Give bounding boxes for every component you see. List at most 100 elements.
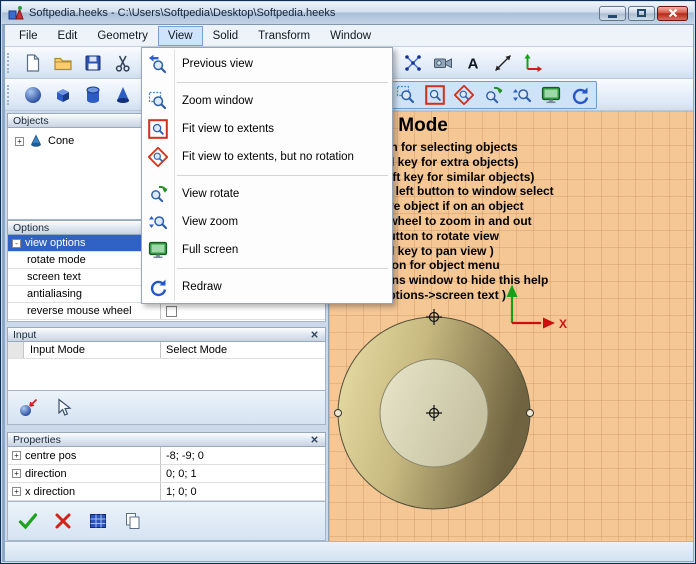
digitize-position-button[interactable] bbox=[16, 396, 40, 420]
minimize-button[interactable] bbox=[599, 6, 626, 21]
fit-extents-no-rotation-button[interactable] bbox=[450, 83, 478, 107]
expander-plus-icon[interactable]: + bbox=[12, 469, 21, 478]
cube-button[interactable] bbox=[49, 81, 77, 108]
property-row-x-direction[interactable]: + x direction 1; 0; 0 bbox=[8, 483, 325, 501]
property-label: direction bbox=[25, 468, 67, 480]
property-label: x direction bbox=[25, 486, 75, 498]
y-axis-arrowhead bbox=[507, 285, 518, 298]
input-mode-row[interactable]: Input Mode Select Mode bbox=[8, 342, 325, 359]
input-mode-label: Input Mode bbox=[30, 344, 85, 356]
view-zoom-button[interactable] bbox=[508, 83, 536, 107]
menu-item-fit-extents[interactable]: Fit view to extents bbox=[142, 115, 392, 143]
copy-properties-button[interactable] bbox=[121, 509, 145, 533]
menu-item-fit-extents-no-rotation[interactable]: Fit view to extents, but no rotation bbox=[142, 143, 392, 171]
text-button[interactable] bbox=[459, 49, 487, 76]
input-panel-close-button[interactable] bbox=[308, 329, 320, 340]
menu-item-zoom-window[interactable]: Zoom window bbox=[142, 87, 392, 115]
property-row-centre-pos[interactable]: + centre pos -8; -9; 0 bbox=[8, 447, 325, 465]
menu-window[interactable]: Window bbox=[320, 26, 381, 46]
menu-file[interactable]: File bbox=[9, 26, 48, 46]
full-screen-icon bbox=[148, 240, 168, 260]
save-button[interactable] bbox=[79, 49, 107, 76]
properties-toolbar bbox=[7, 502, 326, 541]
menu-item-full-screen[interactable]: Full screen bbox=[142, 236, 392, 264]
x-axis-arrowhead bbox=[543, 318, 555, 329]
menu-item-view-zoom[interactable]: View zoom bbox=[142, 208, 392, 236]
cylinder-button[interactable] bbox=[79, 81, 107, 108]
fit-extents-no-rotation-icon bbox=[454, 85, 474, 105]
sphere-icon bbox=[23, 85, 43, 105]
expander-plus-icon[interactable]: + bbox=[15, 137, 24, 146]
property-value[interactable]: -8; -9; 0 bbox=[166, 450, 204, 462]
redraw-button[interactable] bbox=[566, 83, 594, 107]
titlebar[interactable]: Softpedia.heeks - C:\Users\Softpedia\Des… bbox=[2, 2, 694, 25]
full-screen-button[interactable] bbox=[537, 83, 565, 107]
menu-item-view-rotate[interactable]: View rotate bbox=[142, 180, 392, 208]
annotation-tool-group bbox=[387, 49, 547, 76]
status-bar bbox=[5, 541, 693, 561]
view-tool-group bbox=[389, 81, 597, 109]
view-rotate-icon bbox=[148, 184, 168, 204]
cut-button[interactable] bbox=[109, 49, 137, 76]
maximize-button[interactable] bbox=[628, 6, 655, 21]
properties-panel-close-button[interactable] bbox=[308, 434, 320, 445]
fit-extents-button[interactable] bbox=[421, 83, 449, 107]
option-label: antialiasing bbox=[27, 288, 82, 300]
menu-view[interactable]: View bbox=[158, 26, 203, 46]
fit-extents-no-rotation-icon bbox=[148, 147, 168, 167]
new-file-button[interactable] bbox=[19, 49, 47, 76]
sphere-button[interactable] bbox=[19, 81, 47, 108]
points-button[interactable] bbox=[399, 49, 427, 76]
menu-edit[interactable]: Edit bbox=[48, 26, 88, 46]
save-disk-icon bbox=[83, 53, 103, 73]
property-value[interactable]: 0; 0; 1 bbox=[166, 468, 197, 480]
menu-transform[interactable]: Transform bbox=[248, 26, 320, 46]
input-panel-header[interactable]: Input bbox=[7, 327, 326, 342]
apply-button[interactable] bbox=[16, 509, 40, 533]
menu-item-previous-view[interactable]: Previous view bbox=[142, 50, 392, 78]
camera-view-button[interactable] bbox=[429, 49, 457, 76]
app-icon bbox=[8, 5, 24, 21]
left-handle[interactable] bbox=[335, 410, 342, 417]
expander-minus-icon[interactable]: - bbox=[12, 239, 21, 248]
cancel-button[interactable] bbox=[51, 509, 75, 533]
cone-button[interactable] bbox=[109, 81, 137, 108]
expander-plus-icon[interactable]: + bbox=[12, 451, 21, 460]
grid-view-button[interactable] bbox=[86, 509, 110, 533]
options-row-reverse-mouse-wheel[interactable]: reverse mouse wheel bbox=[8, 303, 325, 320]
axes-indicator: X bbox=[507, 285, 568, 332]
open-folder-icon bbox=[53, 53, 73, 73]
property-row-direction[interactable]: + direction 0; 0; 1 bbox=[8, 465, 325, 483]
coordinate-system-button[interactable] bbox=[519, 49, 547, 76]
view-rotate-button[interactable] bbox=[479, 83, 507, 107]
menu-item-redraw[interactable]: Redraw bbox=[142, 273, 392, 301]
cube-icon bbox=[53, 85, 73, 105]
close-button[interactable] bbox=[657, 6, 688, 21]
window-title: Softpedia.heeks - C:\Users\Softpedia\Des… bbox=[29, 7, 594, 19]
menu-separator bbox=[142, 78, 392, 87]
menu-geometry[interactable]: Geometry bbox=[87, 26, 158, 46]
tree-item-label: Cone bbox=[48, 135, 74, 147]
full-screen-icon bbox=[541, 85, 561, 105]
maximize-icon bbox=[637, 9, 646, 17]
scissors-icon bbox=[113, 53, 133, 73]
close-icon bbox=[668, 8, 678, 18]
reverse-mouse-wheel-checkbox[interactable] bbox=[166, 306, 177, 317]
open-file-button[interactable] bbox=[49, 49, 77, 76]
text-a-icon bbox=[463, 53, 483, 73]
app-window: Softpedia.heeks - C:\Users\Softpedia\Des… bbox=[0, 0, 696, 564]
menu-separator bbox=[142, 171, 392, 180]
select-mode-button[interactable] bbox=[51, 396, 75, 420]
properties-panel-header[interactable]: Properties bbox=[7, 432, 326, 447]
zoom-window-button[interactable] bbox=[392, 83, 420, 107]
property-value[interactable]: 1; 0; 0 bbox=[166, 486, 197, 498]
dimension-button[interactable] bbox=[489, 49, 517, 76]
zoom-window-icon bbox=[396, 85, 416, 105]
menu-solid[interactable]: Solid bbox=[203, 26, 249, 46]
cone-tree-icon bbox=[29, 134, 43, 148]
property-label: centre pos bbox=[25, 450, 76, 462]
right-handle[interactable] bbox=[527, 410, 534, 417]
view-menu-popup: Previous view Zoom window Fit view to ex… bbox=[141, 47, 393, 304]
option-label: reverse mouse wheel bbox=[27, 305, 132, 317]
expander-plus-icon[interactable]: + bbox=[12, 487, 21, 496]
